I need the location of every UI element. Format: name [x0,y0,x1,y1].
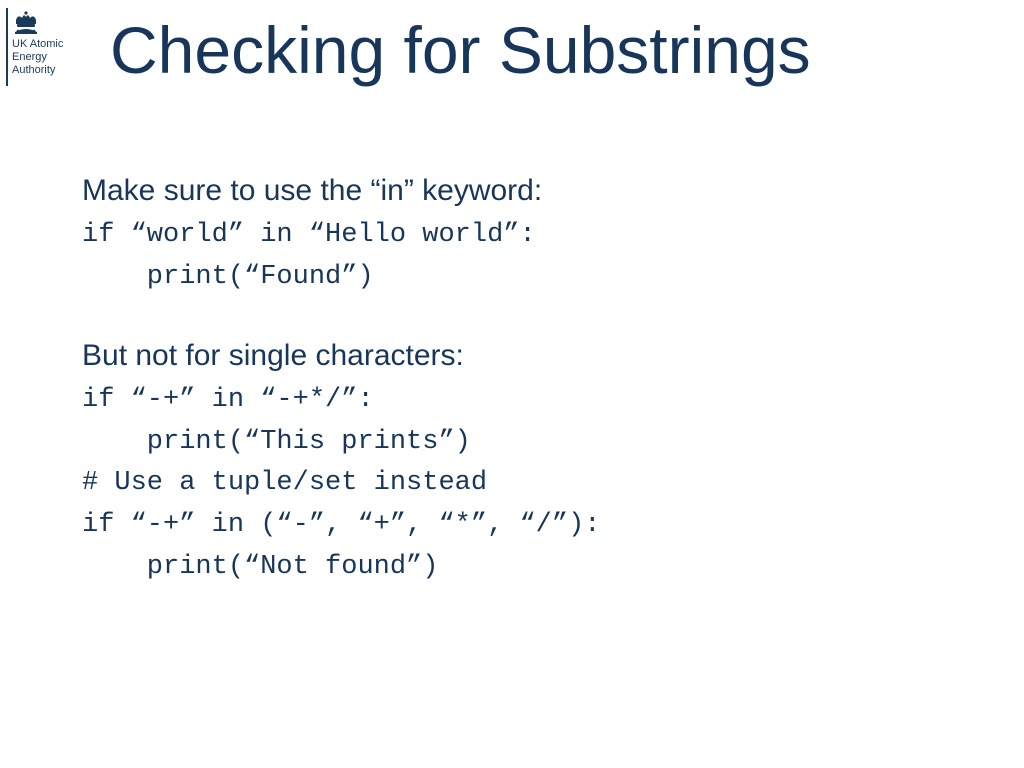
slide-title: Checking for Substrings [110,12,811,88]
crown-crest-icon [12,10,40,36]
org-name: UK Atomic Energy Authority [12,38,63,77]
slide-body: Make sure to use the “in” keyword: if “w… [82,168,964,589]
code-line-2d: if “-+” in (“-”, “+”, “*”, “/”): [82,505,964,547]
code-line-2c: # Use a tuple/set instead [82,463,964,505]
logo-bar [6,8,8,86]
code-line-2e: print(“Not found”) [82,547,964,589]
slide: UK Atomic Energy Authority Checking for … [0,0,1024,768]
intro-text-1: Make sure to use the “in” keyword: [82,168,964,213]
org-line3: Authority [12,64,55,76]
code-line-1b: print(“Found”) [82,257,964,299]
code-line-2b: print(“This prints”) [82,422,964,464]
org-line2: Energy [12,51,47,63]
code-line-1a: if “world” in “Hello world”: [82,215,964,257]
intro-text-2: But not for single characters: [82,333,964,378]
code-line-2a: if “-+” in “-+*/”: [82,380,964,422]
org-line1: UK Atomic [12,38,63,50]
